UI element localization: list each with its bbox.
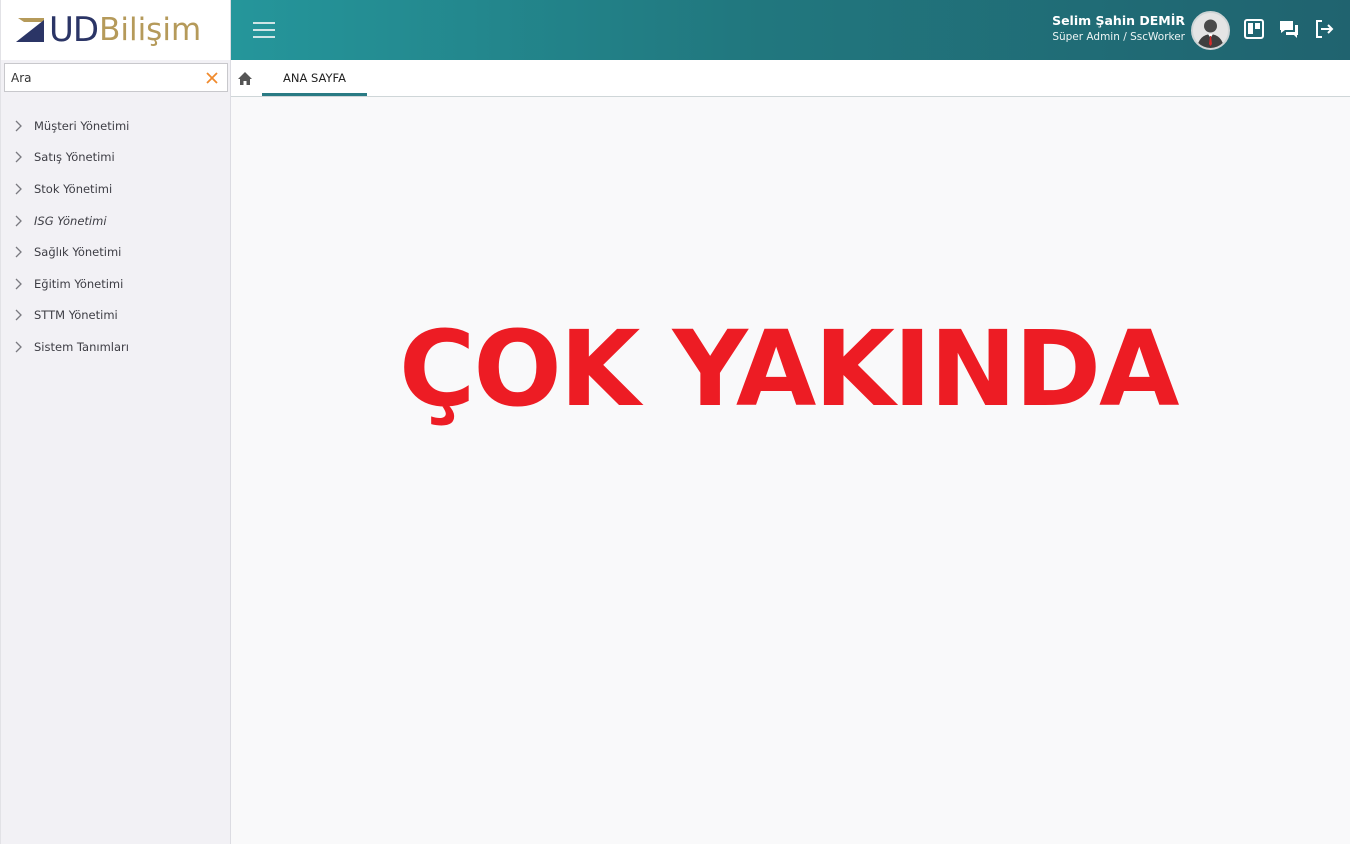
user-avatar-icon bbox=[1193, 13, 1228, 48]
tab-label: ANA SAYFA bbox=[283, 71, 346, 85]
sidebar-item[interactable]: Sistem Tanımları bbox=[1, 331, 231, 363]
user-info[interactable]: Selim Şahin DEMİR Süper Admin / SscWorke… bbox=[1052, 12, 1185, 45]
chevron-right-icon bbox=[15, 120, 22, 132]
user-name: Selim Şahin DEMİR bbox=[1052, 13, 1185, 28]
sidebar-item[interactable]: STTM Yönetimi bbox=[1, 300, 231, 332]
logo-bilisim-text: Bilişim bbox=[99, 11, 202, 48]
sidebar-item-label: Sağlık Yönetimi bbox=[34, 245, 122, 260]
sidebar-item[interactable]: Eğitim Yönetimi bbox=[1, 268, 231, 300]
chevron-right-icon bbox=[15, 215, 22, 227]
close-icon[interactable] bbox=[201, 64, 223, 91]
tab-ana-sayfa[interactable]: ANA SAYFA bbox=[262, 60, 367, 96]
logo-ud-text: UD bbox=[49, 10, 99, 50]
top-bar: Selim Şahin DEMİR Süper Admin / SscWorke… bbox=[231, 0, 1350, 60]
search-input[interactable] bbox=[5, 64, 201, 91]
sidebar-item[interactable]: ISG Yönetimi bbox=[1, 205, 231, 237]
sidebar-item-label: Müşteri Yönetimi bbox=[34, 118, 130, 133]
sidebar-search bbox=[4, 63, 228, 92]
board-icon[interactable] bbox=[1243, 18, 1265, 40]
sidebar-item-label: Sistem Tanımları bbox=[34, 339, 129, 354]
logo-mark-icon bbox=[16, 18, 44, 42]
hamburger-icon[interactable] bbox=[253, 20, 275, 40]
chevron-right-icon bbox=[15, 278, 22, 290]
sidebar-item-label: Eğitim Yönetimi bbox=[34, 276, 124, 291]
tab-bar: ANA SAYFA bbox=[231, 60, 1350, 97]
coming-soon-message: ÇOK YAKINDA bbox=[399, 308, 1180, 430]
sidebar-item[interactable]: Stok Yönetimi bbox=[1, 173, 231, 205]
sidebar-menu: Müşteri Yönetimi Satış Yönetimi Stok Yönet… bbox=[1, 110, 231, 363]
chevron-right-icon bbox=[15, 151, 22, 163]
sidebar-item[interactable]: Satış Yönetimi bbox=[1, 142, 231, 174]
avatar[interactable] bbox=[1191, 11, 1230, 50]
sidebar-item-label: Satış Yönetimi bbox=[34, 150, 115, 165]
logout-icon[interactable] bbox=[1313, 18, 1335, 40]
main-content: ÇOK YAKINDA bbox=[231, 97, 1350, 844]
chevron-right-icon bbox=[15, 183, 22, 195]
chat-icon[interactable] bbox=[1278, 18, 1300, 40]
user-role: Süper Admin / SscWorker bbox=[1052, 31, 1185, 43]
logo[interactable]: UD Bilişim bbox=[1, 0, 230, 60]
chevron-right-icon bbox=[15, 246, 22, 258]
sidebar-item-label: Stok Yönetimi bbox=[34, 181, 113, 196]
sidebar-item[interactable]: Müşteri Yönetimi bbox=[1, 110, 231, 142]
chevron-right-icon bbox=[15, 341, 22, 353]
sidebar: UD Bilişim Müşteri Yönetimi Satış Yönetim… bbox=[0, 0, 231, 844]
sidebar-item-label: STTM Yönetimi bbox=[34, 308, 118, 323]
home-icon[interactable] bbox=[237, 71, 253, 86]
sidebar-item[interactable]: Sağlık Yönetimi bbox=[1, 236, 231, 268]
chevron-right-icon bbox=[15, 309, 22, 321]
sidebar-item-label: ISG Yönetimi bbox=[34, 213, 107, 228]
